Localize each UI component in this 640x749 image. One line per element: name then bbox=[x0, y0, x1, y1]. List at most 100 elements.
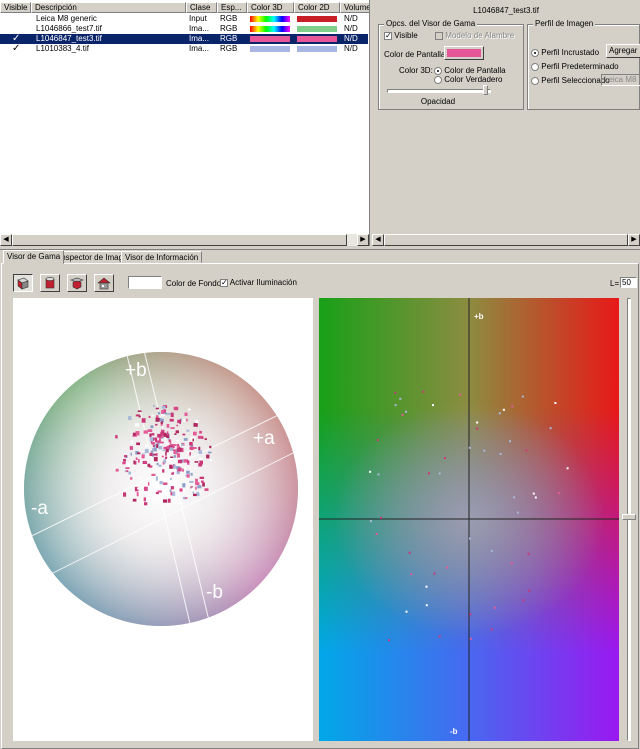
cloud-point bbox=[198, 463, 203, 467]
cloud-point bbox=[125, 462, 130, 467]
cloud-point bbox=[137, 452, 141, 455]
cloud-point bbox=[209, 445, 212, 449]
radio-true-color[interactable]: Color Verdadero bbox=[434, 75, 503, 84]
plane-point bbox=[522, 599, 525, 602]
background-color-swatch[interactable] bbox=[128, 276, 162, 289]
cloud-point bbox=[154, 447, 157, 451]
row-visible-check[interactable]: ✓ bbox=[12, 34, 30, 44]
cloud-point bbox=[128, 416, 132, 421]
l-slider[interactable] bbox=[622, 298, 636, 741]
slice-view-button[interactable] bbox=[67, 274, 87, 292]
cloud-point bbox=[115, 468, 119, 472]
cloud-point bbox=[177, 419, 181, 424]
cloud-point bbox=[173, 455, 176, 458]
opacity-slider-track[interactable] bbox=[387, 89, 491, 93]
cloud-point bbox=[144, 502, 148, 506]
cube-view-icon bbox=[17, 277, 29, 290]
row-color2d-swatch[interactable] bbox=[297, 26, 337, 32]
tab-info-viewer[interactable]: Visor de Información bbox=[121, 251, 203, 263]
panel-splitter[interactable] bbox=[0, 246, 640, 250]
cloud-point bbox=[156, 443, 159, 448]
cloud-point bbox=[182, 433, 186, 436]
radio-default-profile[interactable]: Perfil Predeterminado bbox=[531, 62, 619, 71]
cloud-point bbox=[161, 455, 164, 458]
plane-point bbox=[469, 637, 472, 640]
cloud-point bbox=[178, 467, 182, 472]
cloud-point bbox=[177, 459, 183, 464]
right-scroll-left-icon[interactable]: ◀ bbox=[372, 234, 384, 246]
gamut-2d-view[interactable]: +b -b bbox=[319, 298, 619, 741]
cloud-point bbox=[163, 499, 168, 503]
cloud-point bbox=[183, 438, 188, 441]
cloud-point bbox=[147, 482, 150, 486]
cloud-point bbox=[176, 444, 179, 446]
screen-color-button[interactable] bbox=[444, 46, 484, 60]
cloud-point bbox=[143, 497, 146, 502]
table-hscrollbar[interactable]: ◀ ▶ bbox=[0, 234, 369, 246]
col-description[interactable]: Descripción bbox=[31, 2, 186, 13]
visible-checkbox[interactable]: ✓ Visible bbox=[384, 31, 418, 40]
scroll-thumb[interactable] bbox=[12, 234, 347, 246]
row-color3d-swatch[interactable] bbox=[250, 36, 290, 42]
cloud-point bbox=[123, 492, 127, 497]
col-space[interactable]: Esp... bbox=[217, 2, 247, 13]
right-scroll-right-icon[interactable]: ▶ bbox=[628, 234, 640, 246]
table-row[interactable]: L1046866_test7.tif Ima... RGB N/D bbox=[0, 24, 368, 34]
table-row[interactable]: Leica M8 generic Input RGB N/D bbox=[0, 14, 368, 24]
plane-point bbox=[468, 446, 471, 449]
plane-point bbox=[370, 520, 372, 523]
cloud-point bbox=[168, 457, 173, 461]
cloud-point bbox=[183, 489, 186, 493]
cloud-point bbox=[172, 491, 176, 496]
selected-profile-field[interactable]: Leica M8 gen bbox=[601, 74, 640, 86]
radio-selected-profile[interactable]: Perfil Seleccionado bbox=[531, 76, 610, 85]
lighting-check-icon: ✓ bbox=[220, 277, 228, 287]
scroll-right-icon[interactable]: ▶ bbox=[357, 234, 369, 246]
row-color2d-swatch[interactable] bbox=[297, 36, 337, 42]
gamut-3d-view[interactable]: +b +a -a -b bbox=[13, 298, 313, 741]
table-row[interactable]: ✓ L1010383_4.tif Ima... RGB N/D bbox=[0, 44, 368, 54]
cloud-point bbox=[209, 459, 212, 462]
cloud-point bbox=[137, 410, 142, 412]
right-hscrollbar[interactable]: ◀ ▶ bbox=[372, 234, 640, 246]
add-profile-button[interactable]: Agregar a la bbox=[606, 44, 640, 58]
cloud-point bbox=[156, 462, 159, 466]
plane-point bbox=[433, 572, 436, 575]
cloud-point bbox=[153, 456, 158, 462]
wireframe-checkbox[interactable]: Modelo de Alambre bbox=[435, 31, 514, 40]
radio-true-label: Color Verdadero bbox=[444, 75, 503, 84]
visible-label: Visible bbox=[394, 31, 418, 40]
cylinder-view-icon bbox=[45, 277, 55, 289]
image-list-table[interactable]: Visible Descripción Clase Esp... Color 3… bbox=[0, 0, 370, 246]
row-class: Ima... bbox=[189, 44, 210, 53]
scroll-left-icon[interactable]: ◀ bbox=[0, 234, 12, 246]
opacity-slider-thumb[interactable] bbox=[482, 85, 488, 95]
col-color3d[interactable]: Color 3D bbox=[247, 2, 294, 13]
row-color2d-swatch[interactable] bbox=[297, 16, 337, 22]
cloud-point bbox=[166, 424, 170, 428]
l-slider-thumb[interactable] bbox=[622, 514, 636, 520]
col-visible[interactable]: Visible bbox=[0, 2, 31, 13]
row-color3d-swatch[interactable] bbox=[250, 46, 290, 52]
l-value-field[interactable]: 50 bbox=[620, 277, 637, 288]
row-color3d-swatch[interactable] bbox=[250, 26, 290, 32]
col-color2d[interactable]: Color 2D bbox=[294, 2, 340, 13]
house-view-button[interactable] bbox=[94, 274, 114, 292]
lighting-checkbox[interactable]: ✓ Activar Iluminación bbox=[220, 278, 297, 287]
color3d-label: Color 3D: bbox=[399, 66, 433, 75]
col-volume[interactable]: Volumen bbox=[340, 2, 369, 13]
lighting-label: Activar Iluminación bbox=[229, 278, 297, 287]
radio-embedded-profile[interactable]: Perfil Incrustado bbox=[531, 48, 599, 57]
row-color2d-swatch[interactable] bbox=[297, 46, 337, 52]
radio-screen-color[interactable]: Color de Pantalla bbox=[434, 66, 506, 75]
row-color3d-swatch[interactable] bbox=[250, 16, 290, 22]
cylinder-view-button[interactable] bbox=[40, 274, 60, 292]
tab-gamut-viewer[interactable]: Visor de Gama bbox=[3, 250, 65, 264]
table-row[interactable]: ✓ L1046847_test3.tif Ima... RGB N/D bbox=[0, 34, 368, 44]
right-scroll-thumb[interactable] bbox=[384, 234, 628, 246]
image-options-panel: L1046847_test3.tif Opcs. del Visor de Ga… bbox=[372, 0, 640, 246]
col-class[interactable]: Clase bbox=[186, 2, 217, 13]
cloud-point bbox=[129, 446, 133, 450]
cube-view-button[interactable] bbox=[13, 274, 33, 292]
row-visible-check[interactable]: ✓ bbox=[12, 44, 30, 54]
